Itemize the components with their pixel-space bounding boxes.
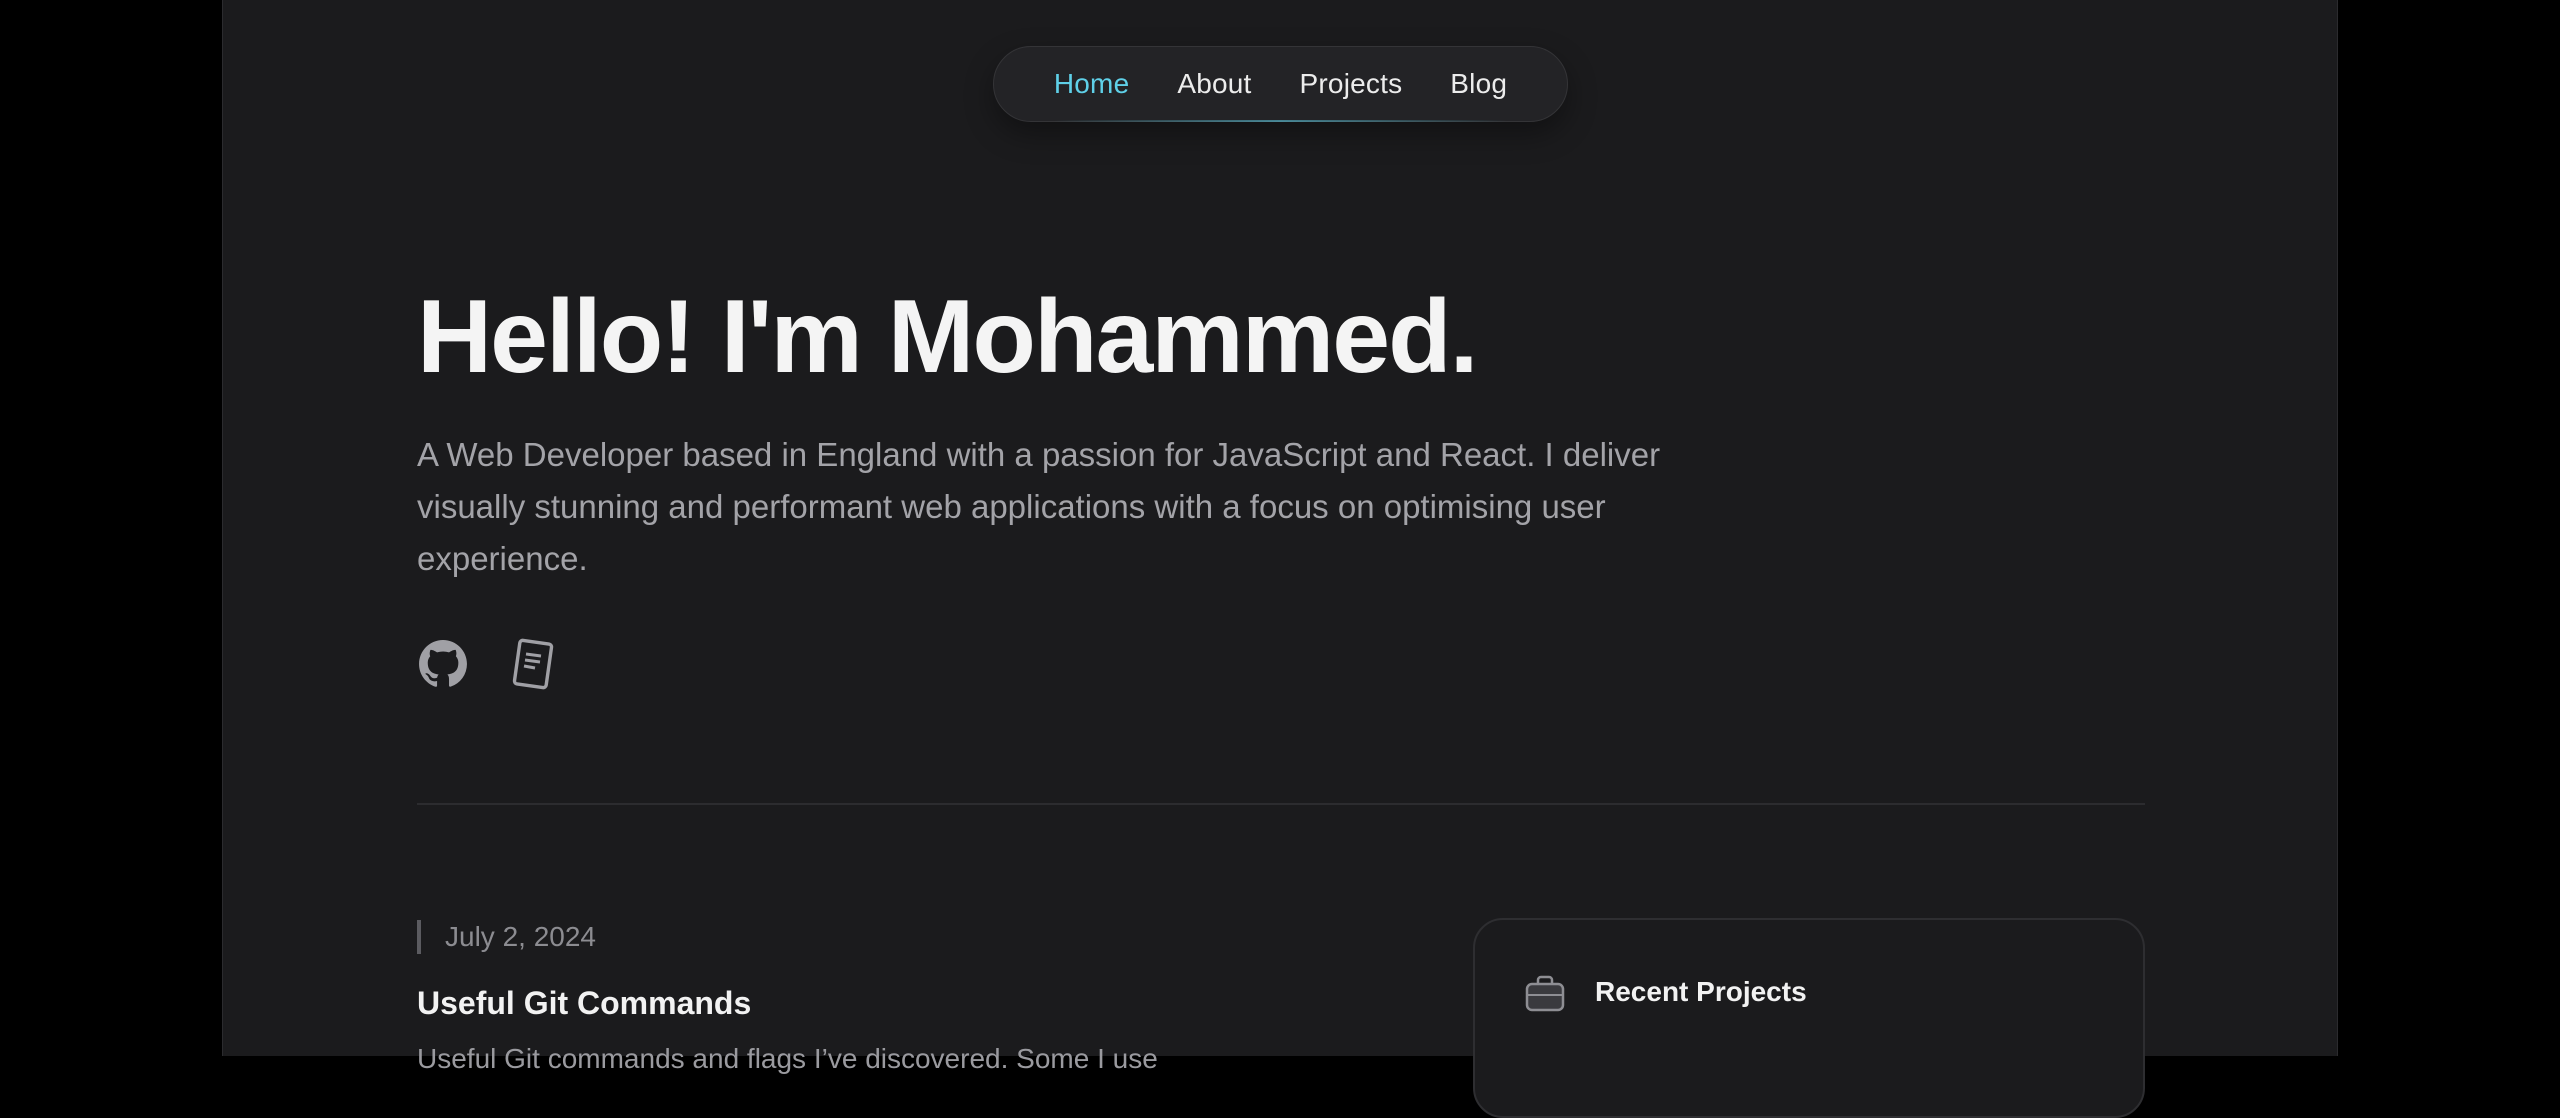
social-links [417, 636, 559, 692]
post-title-link[interactable]: Useful Git Commands [417, 985, 751, 1022]
recent-projects-title: Recent Projects [1595, 976, 1807, 1007]
briefcase-icon [1523, 972, 1567, 1016]
nav-home[interactable]: Home [1054, 68, 1130, 100]
main-nav: Home About Projects Blog [993, 46, 1568, 122]
nav-projects[interactable]: Projects [1300, 68, 1403, 100]
section-divider [417, 803, 2145, 805]
post-excerpt: Useful Git commands and flags I’ve disco… [417, 1043, 1158, 1074]
github-icon[interactable] [417, 636, 469, 692]
nav-about[interactable]: About [1177, 68, 1251, 100]
hero-description: A Web Developer based in England with a … [417, 436, 1661, 577]
resume-icon[interactable] [507, 636, 559, 692]
page-container: Home About Projects Blog Hello! I'm Moha… [222, 0, 2338, 1118]
hero-title: Hello! I'm Mohammed. [417, 279, 1479, 395]
post-date: July 2, 2024 [417, 920, 596, 954]
recent-projects-card: Recent Projects [1473, 918, 2145, 1118]
nav-blog[interactable]: Blog [1450, 68, 1507, 100]
